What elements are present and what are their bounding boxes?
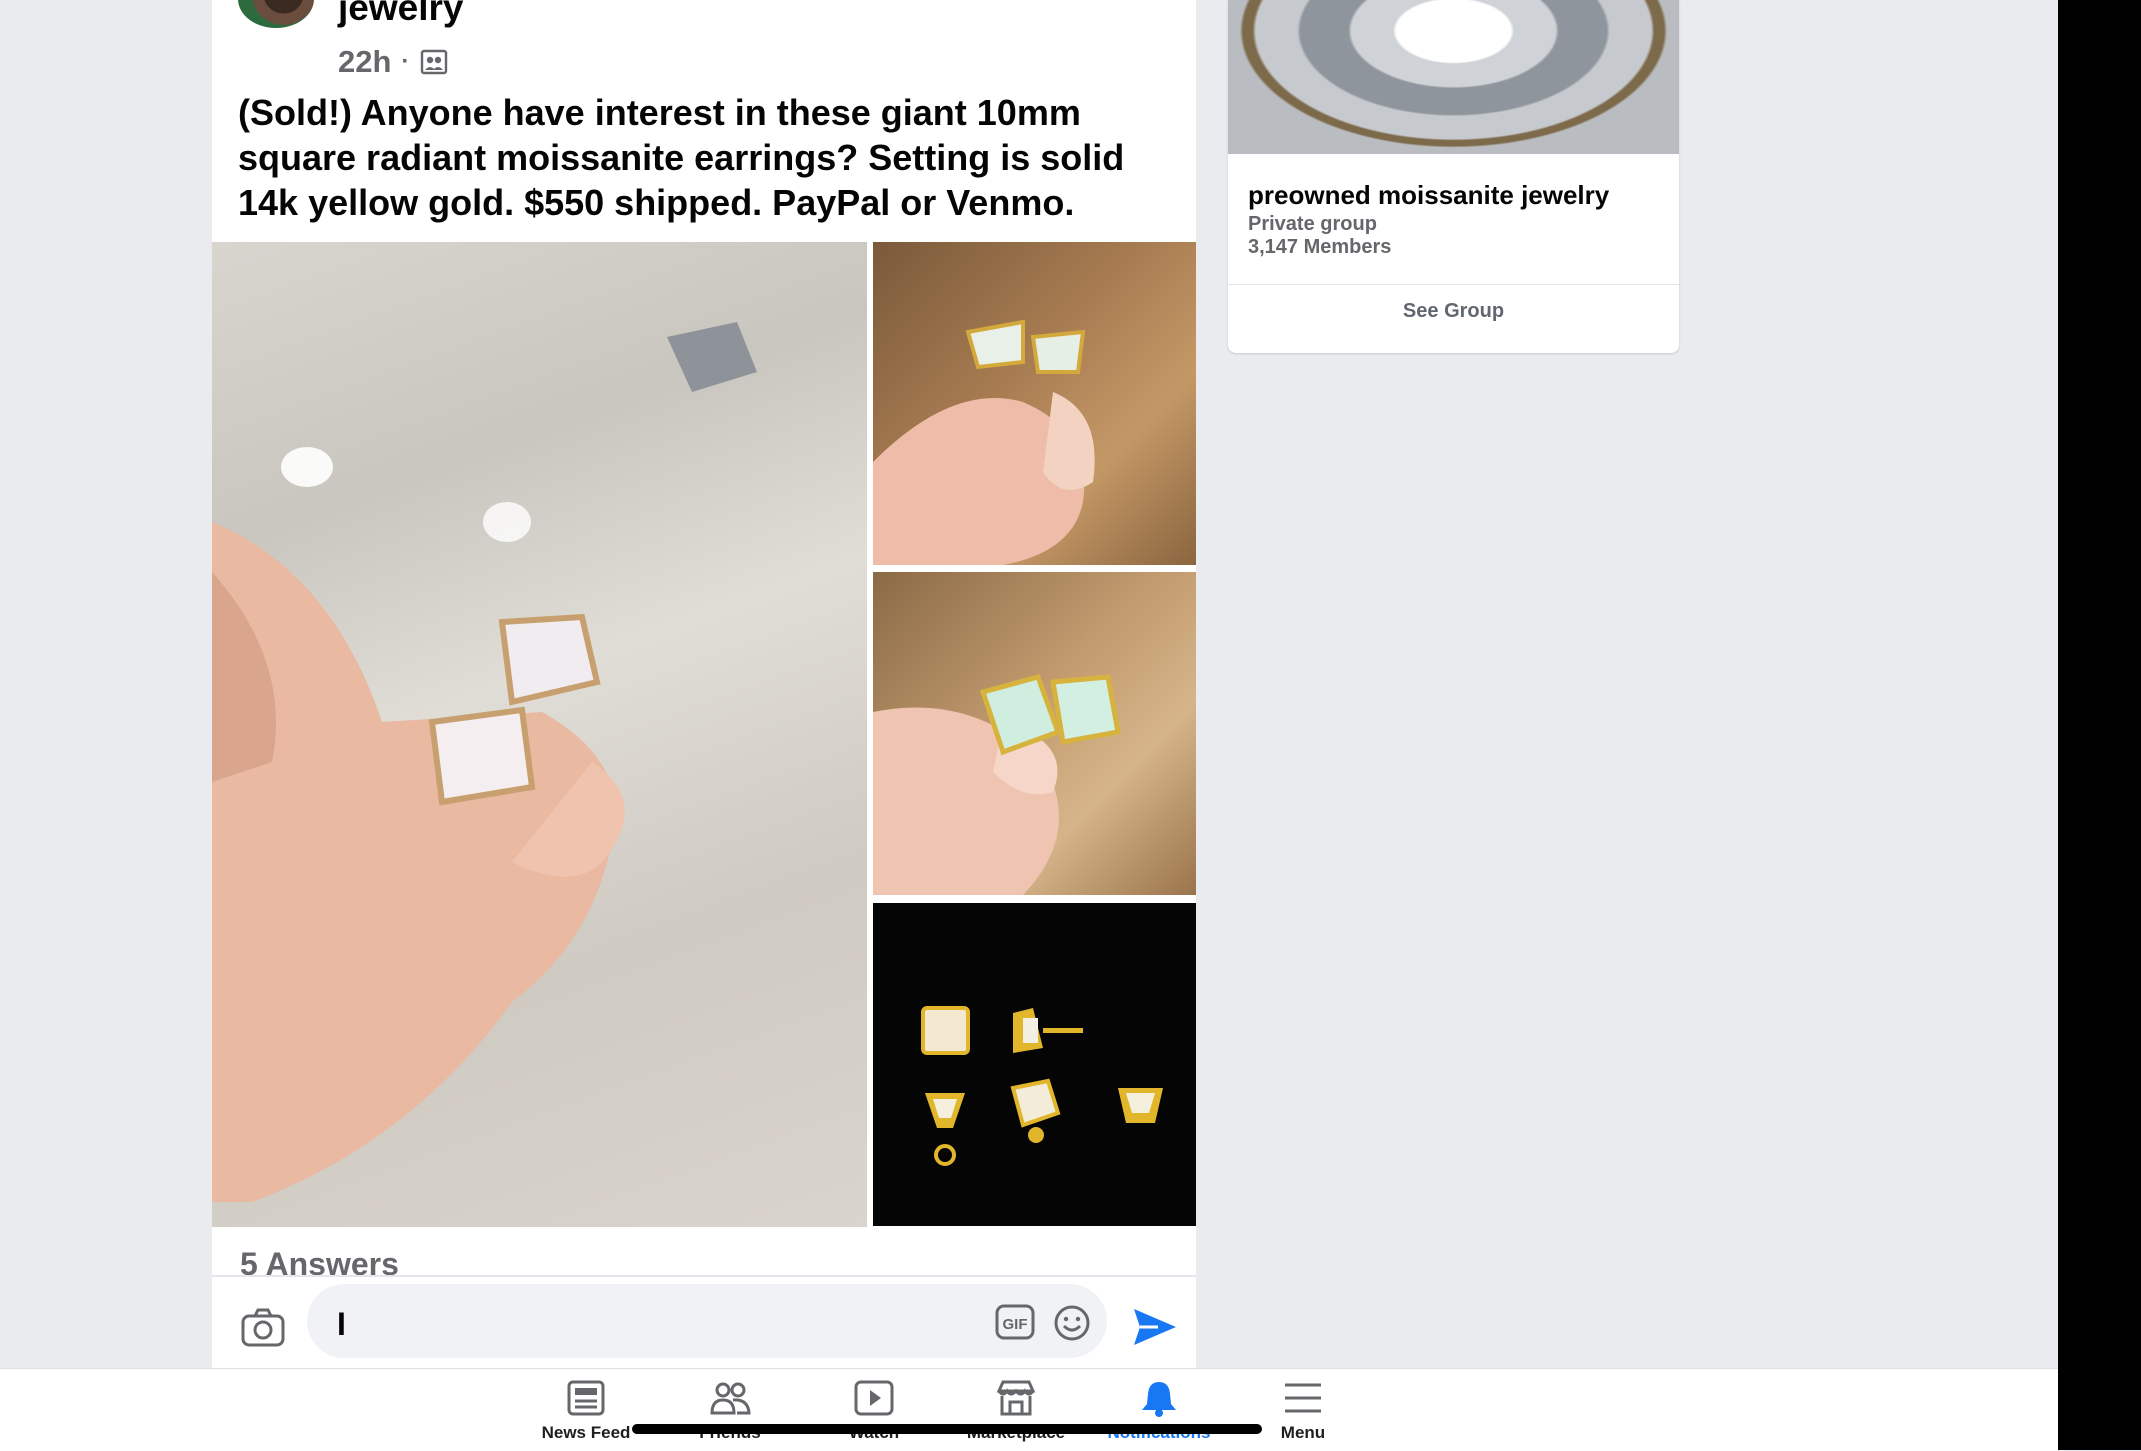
see-group-button[interactable]: See Group (1228, 300, 1679, 323)
group-privacy-label: Private group (1248, 213, 1377, 235)
comment-input-value[interactable]: I (337, 1306, 346, 1343)
suggested-group-card: preowned moissanite jewelry Private grou… (1228, 0, 1679, 353)
suggested-group-name[interactable]: preowned moissanite jewelry (1248, 180, 1609, 211)
meta-separator: · (401, 48, 410, 75)
group-name[interactable]: jewelry (338, 0, 463, 30)
send-icon[interactable] (1132, 1306, 1178, 1348)
bell-icon (1142, 1382, 1176, 1417)
news-feed-icon (567, 1380, 605, 1416)
author-avatar[interactable] (238, 0, 314, 28)
friends-icon (710, 1382, 751, 1415)
emoji-icon[interactable] (1053, 1304, 1091, 1342)
post-card: jewelry 22h · (Sold!) Anyone have intere… (212, 0, 1196, 1368)
home-indicator[interactable] (632, 1424, 1262, 1434)
camera-icon[interactable] (240, 1305, 286, 1351)
svg-text:GIF: GIF (1003, 1316, 1028, 1333)
marketplace-icon (996, 1380, 1036, 1416)
watch-icon (854, 1380, 894, 1416)
post-photo-bottom-right[interactable] (873, 903, 1196, 1226)
group-cover-photo[interactable] (1228, 0, 1679, 154)
group-member-count: 3,147 Members (1248, 236, 1392, 258)
tab-menu[interactable]: Menu (1243, 1379, 1363, 1443)
post-meta: 22h · (338, 44, 449, 80)
post-photo-top-right[interactable] (873, 242, 1196, 565)
comment-input[interactable]: I GIF (307, 1284, 1107, 1358)
divider (1228, 284, 1679, 285)
post-text: (Sold!) Anyone have interest in these gi… (238, 92, 1125, 223)
device-bezel (2058, 0, 2141, 1450)
tab-news-feed[interactable]: News Feed (526, 1379, 646, 1443)
tab-label: News Feed (541, 1423, 631, 1442)
divider (212, 1275, 1196, 1277)
post-time[interactable]: 22h (338, 44, 391, 80)
post-photo-main[interactable] (212, 242, 867, 1227)
bottom-tab-bar: News Feed Friends Watch Marketplace (0, 1368, 2058, 1451)
post-photo-middle-right[interactable] (873, 572, 1196, 895)
group-privacy-icon (421, 49, 448, 75)
answers-count[interactable]: 5 Answers (240, 1246, 399, 1283)
gif-icon[interactable]: GIF (995, 1304, 1035, 1340)
menu-icon (1285, 1383, 1321, 1413)
